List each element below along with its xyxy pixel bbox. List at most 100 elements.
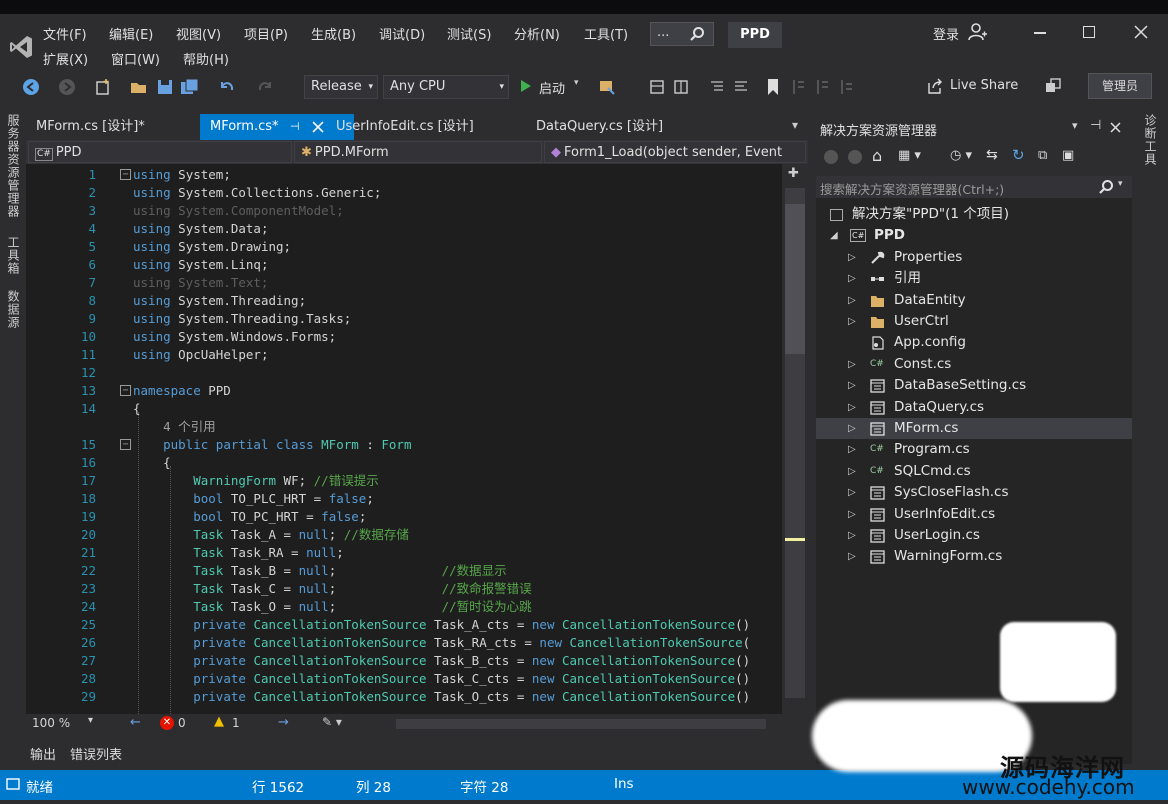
back-arrow-icon[interactable] <box>22 78 40 96</box>
nav-forward-arrow-icon[interactable]: → <box>278 715 289 730</box>
menu-item[interactable]: 文件(F) <box>43 24 87 43</box>
back-icon[interactable] <box>824 150 838 164</box>
tree-project-node[interactable]: ◢ C# PPD <box>816 225 1132 246</box>
sync-icon[interactable]: ⇆ <box>986 147 998 163</box>
tree-item[interactable]: ▷ UserCtrl <box>816 311 1132 332</box>
menu-item[interactable]: 窗口(W) <box>111 49 160 68</box>
collapsed-arrow-icon[interactable]: ▷ <box>848 375 856 396</box>
close-tab-icon[interactable] <box>312 121 324 133</box>
code-line[interactable]: using System.ComponentModel; <box>133 202 344 220</box>
panel-menu-dropdown-icon[interactable]: ▾ <box>1072 119 1078 132</box>
code-line[interactable]: Task Task_C = null; //致命报警错误 <box>133 580 531 598</box>
tab-overflow-dropdown-icon[interactable]: ▾ <box>792 118 798 132</box>
code-line[interactable]: { <box>133 400 141 418</box>
show-all-files-icon[interactable]: ▣ <box>1062 148 1074 163</box>
forward-arrow-icon[interactable] <box>58 78 76 96</box>
maximize-button[interactable] <box>1083 26 1095 38</box>
collapsed-arrow-icon[interactable]: ▷ <box>848 290 856 311</box>
tree-solution-node[interactable]: 解决方案"PPD"(1 个项目) <box>816 204 1132 225</box>
new-project-icon[interactable] <box>94 78 112 96</box>
switch-views-icon[interactable]: ▦ ▾ <box>898 148 921 163</box>
error-count[interactable]: 0 <box>178 716 186 730</box>
code-line[interactable]: using OpcUaHelper; <box>133 346 268 364</box>
step-over-icon[interactable] <box>672 78 690 96</box>
code-line[interactable]: bool TO_PC_HRT = false; <box>133 508 366 526</box>
tree-item[interactable]: ▷ C# Const.cs <box>816 354 1132 375</box>
split-window-icon[interactable]: ✚ <box>788 166 799 181</box>
tree-item[interactable]: ▷ C# SQLCmd.cs <box>816 461 1132 482</box>
collapsed-arrow-icon[interactable]: ▷ <box>848 418 856 439</box>
tree-item[interactable]: ▷ SysCloseFlash.cs <box>816 482 1132 503</box>
code-line[interactable]: 4 个引用 <box>133 418 216 436</box>
collapsed-arrow-icon[interactable]: ▷ <box>848 311 856 332</box>
browser-link-icon[interactable] <box>598 78 616 96</box>
search-box[interactable]: ... <box>650 22 714 46</box>
search-icon[interactable] <box>1098 179 1114 195</box>
menu-item[interactable]: 生成(B) <box>311 24 356 43</box>
forward-icon[interactable] <box>848 150 862 164</box>
configuration-dropdown[interactable]: Release ▾ <box>304 75 378 99</box>
tree-item[interactable]: ▷ DataBaseSetting.cs <box>816 375 1132 396</box>
account-icon[interactable] <box>968 23 988 41</box>
chevron-down-icon[interactable]: ▾ <box>88 715 93 726</box>
save-all-icon[interactable] <box>180 78 200 96</box>
menu-item[interactable]: 测试(S) <box>447 24 491 43</box>
redo-icon[interactable] <box>256 78 274 96</box>
menu-item[interactable]: 项目(P) <box>244 24 288 43</box>
code-line[interactable]: using System.Windows.Forms; <box>133 328 336 346</box>
collapsed-arrow-icon[interactable]: ▷ <box>848 525 856 546</box>
pin-icon[interactable]: ⊣ <box>290 114 300 140</box>
code-line[interactable]: using System.Linq; <box>133 256 268 274</box>
clear-bookmarks-icon[interactable] <box>838 78 856 96</box>
scrollbar-thumb[interactable] <box>785 204 805 354</box>
server-explorer-tab[interactable]: 服务器资源管理器 <box>5 114 22 218</box>
menu-item[interactable]: 视图(V) <box>176 24 221 43</box>
bookmark-icon[interactable] <box>766 78 780 96</box>
tree-item[interactable]: ▷ 引用 <box>816 268 1132 289</box>
member-dropdown[interactable]: ◆ Form1_Load(object sender, Event <box>544 141 806 163</box>
uncomment-lines-icon[interactable] <box>732 78 750 96</box>
platform-dropdown[interactable]: Any CPU ▾ <box>383 75 509 99</box>
open-folder-icon[interactable] <box>130 78 148 96</box>
diagnostic-tools-tab[interactable]: 诊断工具 <box>1142 114 1159 166</box>
warning-count[interactable]: 1 <box>232 716 240 730</box>
fold-toggle-icon[interactable]: − <box>120 439 131 450</box>
code-line[interactable]: private CancellationTokenSource Task_C_c… <box>133 670 750 688</box>
fold-toggle-icon[interactable]: − <box>120 385 131 396</box>
close-window-button[interactable] <box>1134 25 1148 39</box>
editor-vertical-scrollbar[interactable]: ✚ <box>782 164 808 714</box>
pending-changes-icon[interactable]: ◷ ▾ <box>950 148 972 163</box>
collapsed-arrow-icon[interactable]: ▷ <box>848 482 856 503</box>
code-line[interactable]: using System.Collections.Generic; <box>133 184 381 202</box>
expanded-arrow-icon[interactable]: ◢ <box>830 225 838 246</box>
data-sources-tab[interactable]: 数据源 <box>5 290 22 329</box>
collapsed-arrow-icon[interactable]: ▷ <box>848 354 856 375</box>
minimize-button[interactable] <box>1034 32 1046 34</box>
menu-item[interactable]: 工具(T) <box>584 24 628 43</box>
collapsed-arrow-icon[interactable]: ▷ <box>848 268 856 289</box>
zoom-level[interactable]: 100 % <box>32 716 70 730</box>
code-line[interactable]: Task Task_A = null; //数据存储 <box>133 526 409 544</box>
collapse-all-icon[interactable]: ⧉ <box>1038 148 1047 163</box>
code-line[interactable]: private CancellationTokenSource Task_RA_… <box>133 634 750 652</box>
next-bookmark-icon[interactable] <box>814 78 832 96</box>
chevron-down-icon[interactable]: ▾ <box>1118 179 1123 189</box>
collapsed-arrow-icon[interactable]: ▷ <box>848 461 856 482</box>
code-line[interactable]: using System.Drawing; <box>133 238 291 256</box>
menu-item[interactable]: 扩展(X) <box>43 49 88 68</box>
code-line[interactable]: private CancellationTokenSource Task_A_c… <box>133 616 750 634</box>
tree-item[interactable]: ▷ DataQuery.cs <box>816 397 1132 418</box>
solution-search-box[interactable]: 搜索解决方案资源管理器(Ctrl+;) ▾ <box>816 176 1132 198</box>
collapsed-arrow-icon[interactable]: ▷ <box>848 546 856 567</box>
tree-item[interactable]: ▷ MForm.cs <box>816 418 1132 439</box>
collapsed-arrow-icon[interactable]: ▷ <box>848 247 856 268</box>
code-line[interactable]: using System.Threading; <box>133 292 306 310</box>
code-line[interactable]: private CancellationTokenSource Task_O_c… <box>133 688 750 706</box>
code-line[interactable]: namespace PPD <box>133 382 231 400</box>
tab-userinfoedit-designer[interactable]: UserInfoEdit.cs [设计] <box>326 114 518 140</box>
login-link[interactable]: 登录 <box>933 24 959 43</box>
output-tab[interactable]: 输出 <box>30 744 56 763</box>
error-list-tab[interactable]: 错误列表 <box>70 744 122 763</box>
start-play-icon[interactable] <box>520 79 532 93</box>
code-editor[interactable]: 1 2 3 4 5 6 7 8 9 10 11 12 13 14 15 16 17 18 19 20 21 22 23 24 2… <box>26 164 782 714</box>
